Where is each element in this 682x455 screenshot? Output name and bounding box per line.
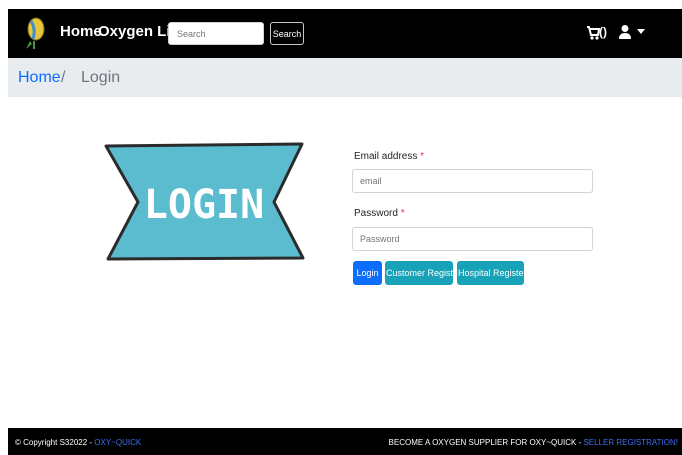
login-banner-text: LOGIN: [144, 182, 264, 228]
cart-icon: [587, 26, 600, 40]
oxygen-logo-icon[interactable]: [22, 15, 48, 51]
password-label: Password *: [354, 208, 405, 219]
login-banner-image: LOGIN: [104, 142, 305, 261]
user-icon: [619, 25, 631, 39]
breadcrumb-separator: /: [61, 69, 66, 86]
search-button[interactable]: Search: [270, 22, 304, 45]
search-input[interactable]: [168, 22, 264, 45]
cart-link[interactable]: (): [586, 23, 612, 43]
seller-registration-link[interactable]: SELLER REGISTRATION!: [583, 438, 678, 447]
breadcrumb-current: Login: [81, 69, 121, 86]
user-menu-dropdown[interactable]: [618, 23, 648, 43]
login-button[interactable]: Login: [353, 261, 382, 285]
email-field[interactable]: [352, 169, 593, 193]
customer-register-button[interactable]: Customer Register!: [385, 261, 464, 285]
top-navbar: Home Oxygen List Search (): [8, 9, 682, 58]
nav-home-link[interactable]: Home: [60, 23, 102, 40]
footer-brand-link[interactable]: OXY~QUICK: [94, 438, 141, 447]
required-mark: *: [420, 151, 425, 162]
cart-count: (): [599, 25, 607, 39]
hospital-register-button[interactable]: Hospital Register!: [457, 261, 529, 285]
breadcrumb-home-link[interactable]: Home: [18, 69, 61, 87]
breadcrumb: Home / Login: [8, 58, 682, 97]
footer-supplier: BECOME A OXYGEN SUPPLIER FOR OXY~QUICK -…: [388, 438, 678, 447]
password-field[interactable]: [352, 227, 593, 251]
caret-down-icon: [637, 29, 645, 34]
footer-copyright: © Copyright S32022 - OXY~QUICK: [15, 438, 142, 447]
footer: © Copyright S32022 - OXY~QUICK BECOME A …: [8, 428, 682, 455]
required-mark: *: [400, 208, 405, 219]
email-label: Email address *: [354, 151, 425, 162]
